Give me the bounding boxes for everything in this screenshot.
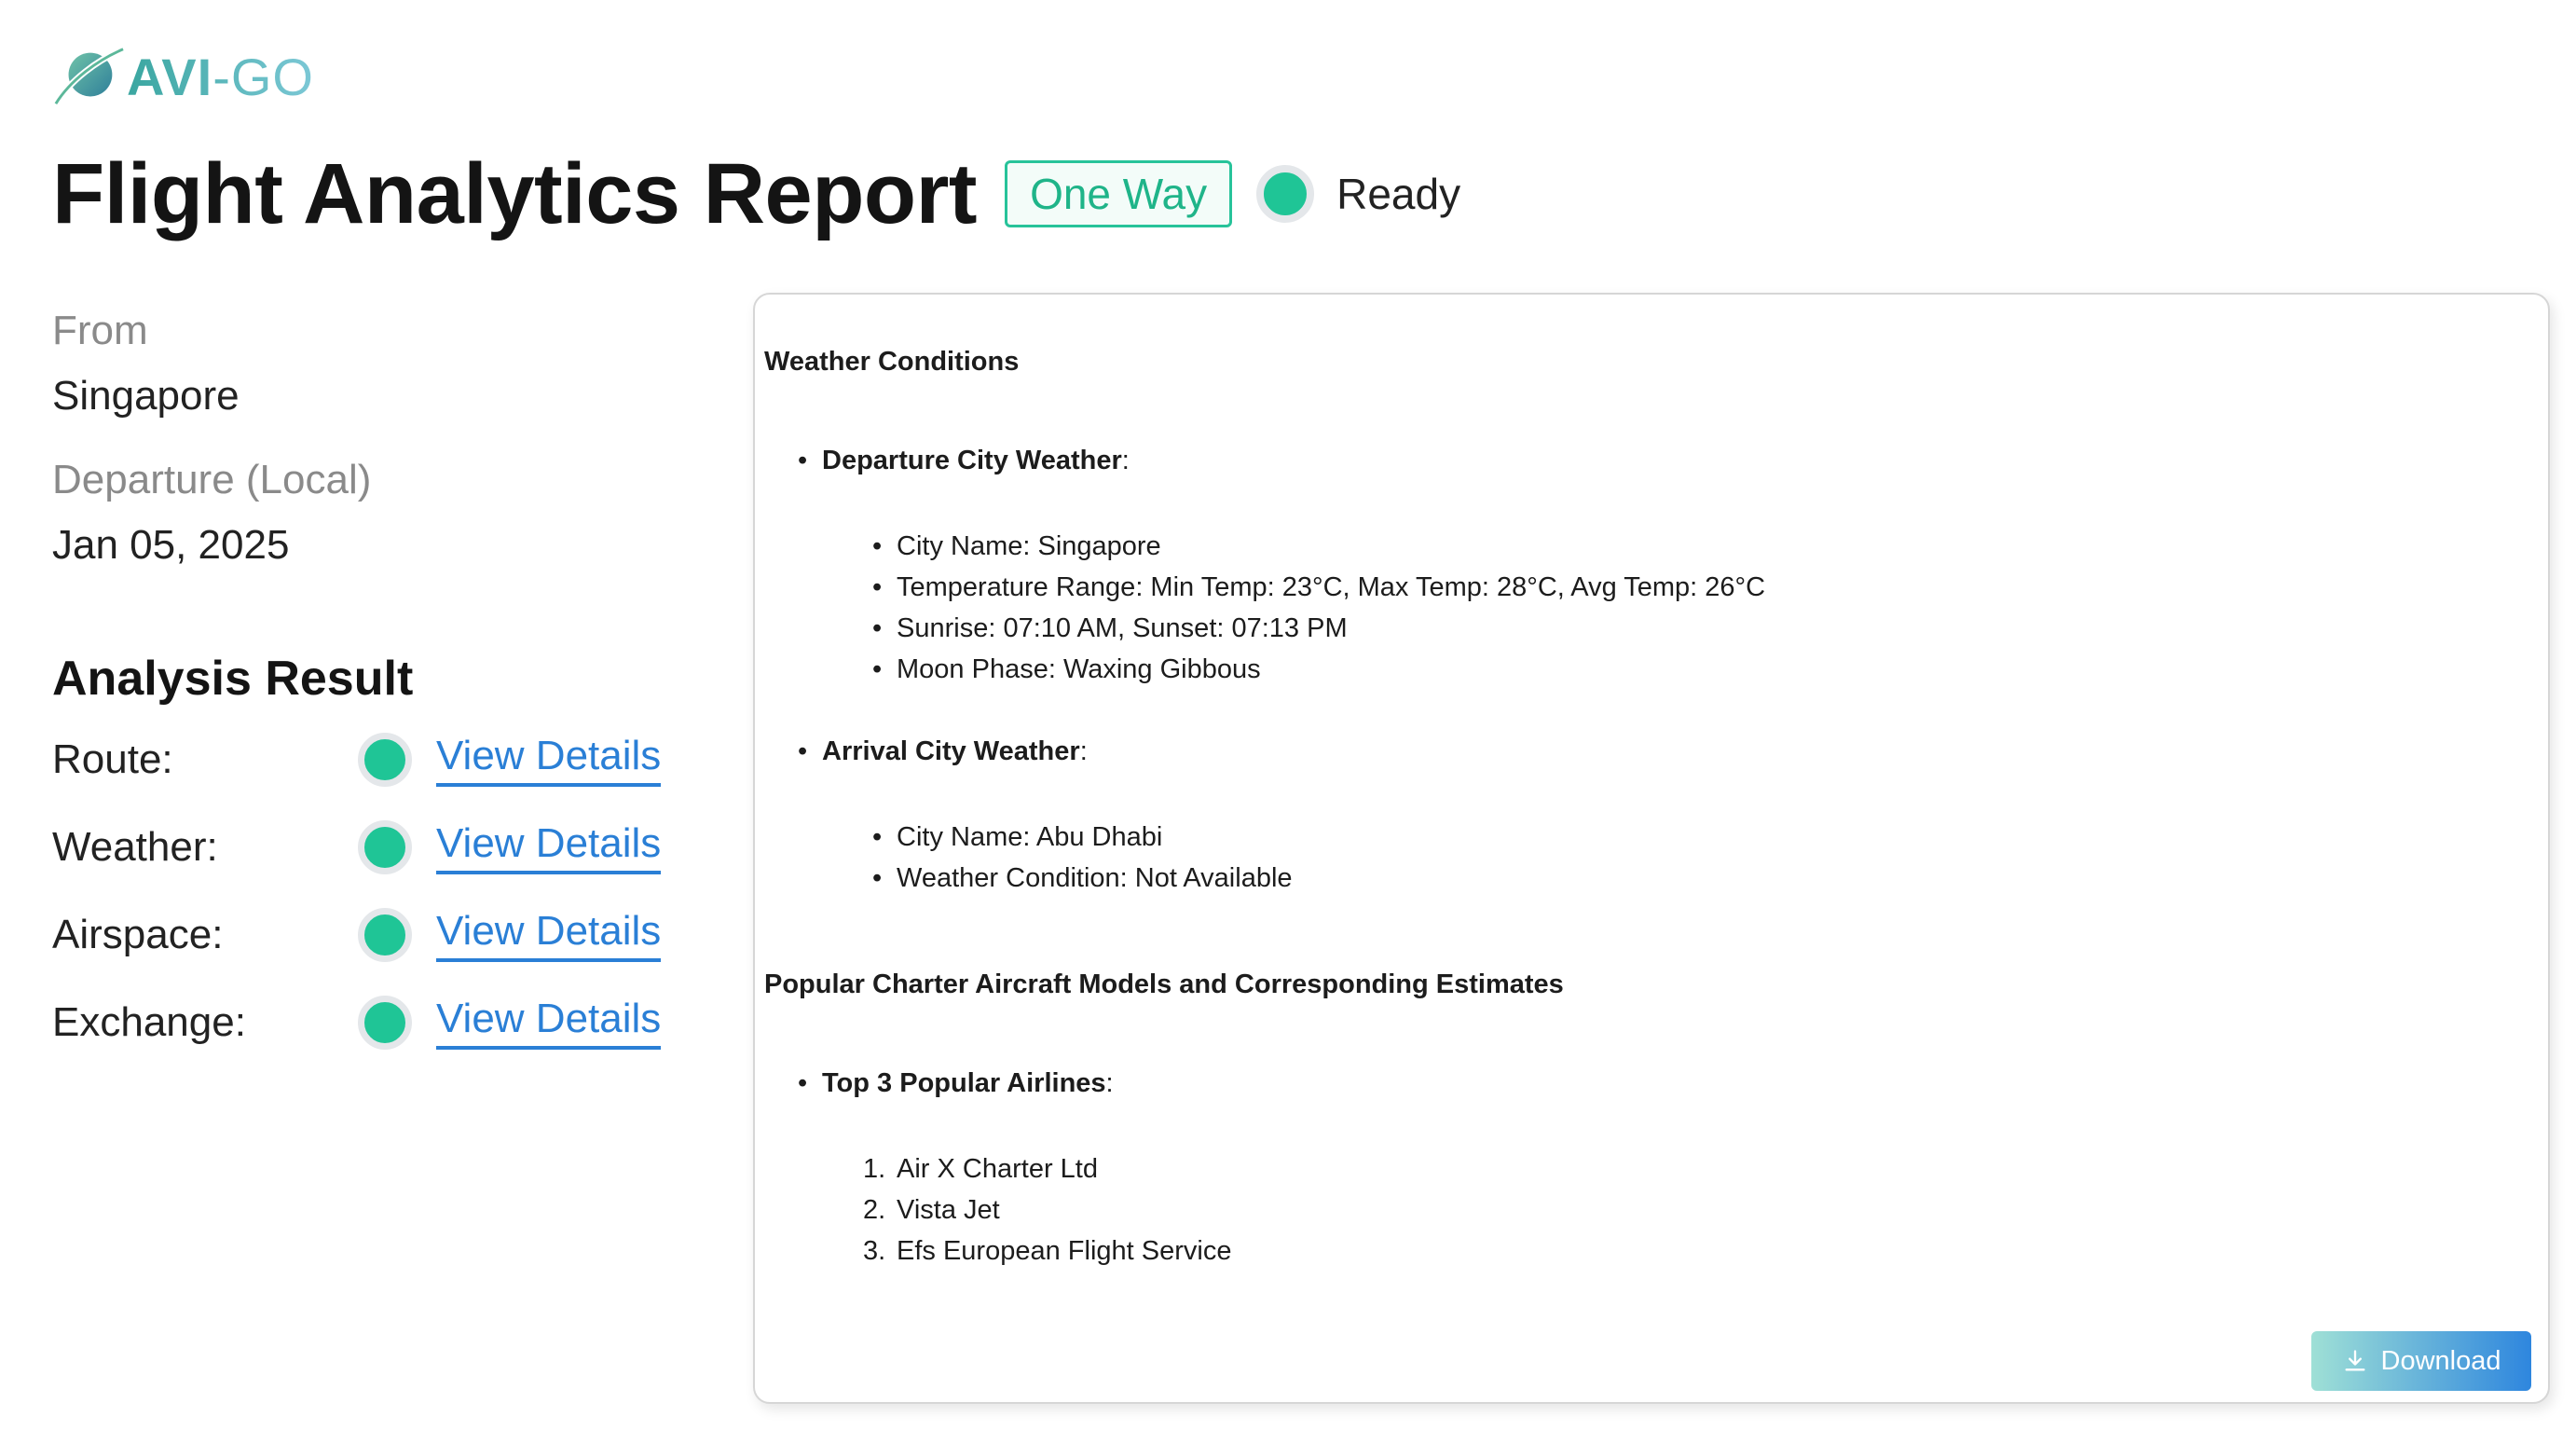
weather-view-details-link[interactable]: View Details <box>436 820 662 874</box>
airlines-item: Top 3 Popular Airlines: <box>798 1063 2529 1104</box>
status-dot-icon <box>358 820 412 874</box>
trip-type-badge: One Way <box>1005 160 1233 227</box>
download-icon <box>2345 1350 2364 1371</box>
airlines-ranking: 1. Air X Charter Ltd 2. Vista Jet 3. Efs Eu… <box>863 1148 2529 1272</box>
list-item: City Name: Singapore <box>872 526 2529 567</box>
report-content: Weather Conditions Departure City Weathe… <box>764 341 2529 1272</box>
header: Flight Analytics Report One Way Ready <box>52 140 1460 248</box>
analysis-row-weather: Weather: View Details <box>52 804 705 891</box>
list-item: Weather Condition: Not Available <box>872 858 2529 899</box>
departure-weather-item: Departure City Weather: <box>798 440 2529 481</box>
analysis-label: Airspace: <box>52 912 224 957</box>
departure-value: Jan 05, 2025 <box>52 522 290 568</box>
status-dot-icon <box>358 908 412 962</box>
page: AVI-GO Flight Analytics Report One Way R… <box>0 0 2576 1430</box>
logo-wordmark: AVI-GO <box>127 47 314 106</box>
list-item: 1. Air X Charter Ltd <box>863 1154 1098 1184</box>
list-item: Sunrise: 07:10 AM, Sunset: 07:13 PM <box>872 608 2529 649</box>
arrival-weather-list: Arrival City Weather: <box>798 731 2529 772</box>
route-view-details-link[interactable]: View Details <box>436 733 662 787</box>
weather-conditions-heading: Weather Conditions <box>764 347 1020 377</box>
arrival-weather-item: Arrival City Weather: <box>798 731 2529 772</box>
list-item: Temperature Range: Min Temp: 23°C, Max T… <box>872 567 2529 608</box>
report-panel[interactable]: Weather Conditions Departure City Weathe… <box>753 293 2550 1404</box>
status-text: Ready <box>1336 170 1461 218</box>
analysis-label: Weather: <box>52 824 218 870</box>
list-item: 2. Vista Jet <box>863 1195 1000 1225</box>
analysis-row-airspace: Airspace: View Details <box>52 891 705 979</box>
status-dot-icon <box>358 733 412 787</box>
airspace-view-details-link[interactable]: View Details <box>436 908 662 962</box>
list-item: 3. Efs European Flight Service <box>863 1236 1232 1266</box>
departure-weather-heading: Departure City Weather <box>822 446 1122 475</box>
from-value: Singapore <box>52 373 240 419</box>
analysis-row-exchange: Exchange: View Details <box>52 979 705 1066</box>
status-dot-icon <box>1256 165 1315 223</box>
download-button[interactable]: Download <box>2311 1331 2531 1391</box>
trip-summary: From Singapore Departure (Local) Jan 05,… <box>52 298 705 1066</box>
from-label: From <box>52 308 148 353</box>
exchange-view-details-link[interactable]: View Details <box>436 996 662 1050</box>
departure-label: Departure (Local) <box>52 457 372 502</box>
arrival-weather-heading: Arrival City Weather <box>822 736 1080 766</box>
plane-orbit-icon <box>52 46 125 106</box>
arrival-weather-details: City Name: Abu Dhabi Weather Condition: … <box>872 817 2529 899</box>
list-item: Moon Phase: Waxing Gibbous <box>872 649 2529 690</box>
analysis-result-title: Analysis Result <box>52 652 414 706</box>
download-label: Download <box>2380 1345 2501 1376</box>
analysis-label: Route: <box>52 736 173 782</box>
status-dot-icon <box>358 996 412 1050</box>
analysis-row-route: Route: View Details <box>52 716 705 804</box>
weather-list: Departure City Weather: <box>798 440 2529 481</box>
app-logo[interactable]: AVI-GO <box>52 41 314 112</box>
airlines-heading: Top 3 Popular Airlines <box>822 1068 1106 1098</box>
charter-heading: Popular Charter Aircraft Models and Corr… <box>764 969 1564 999</box>
airlines-list: Top 3 Popular Airlines: <box>798 1063 2529 1104</box>
departure-weather-details: City Name: Singapore Temperature Range: … <box>872 526 2529 690</box>
list-item: City Name: Abu Dhabi <box>872 817 2529 858</box>
analysis-label: Exchange: <box>52 999 246 1045</box>
page-title: Flight Analytics Report <box>52 145 978 241</box>
